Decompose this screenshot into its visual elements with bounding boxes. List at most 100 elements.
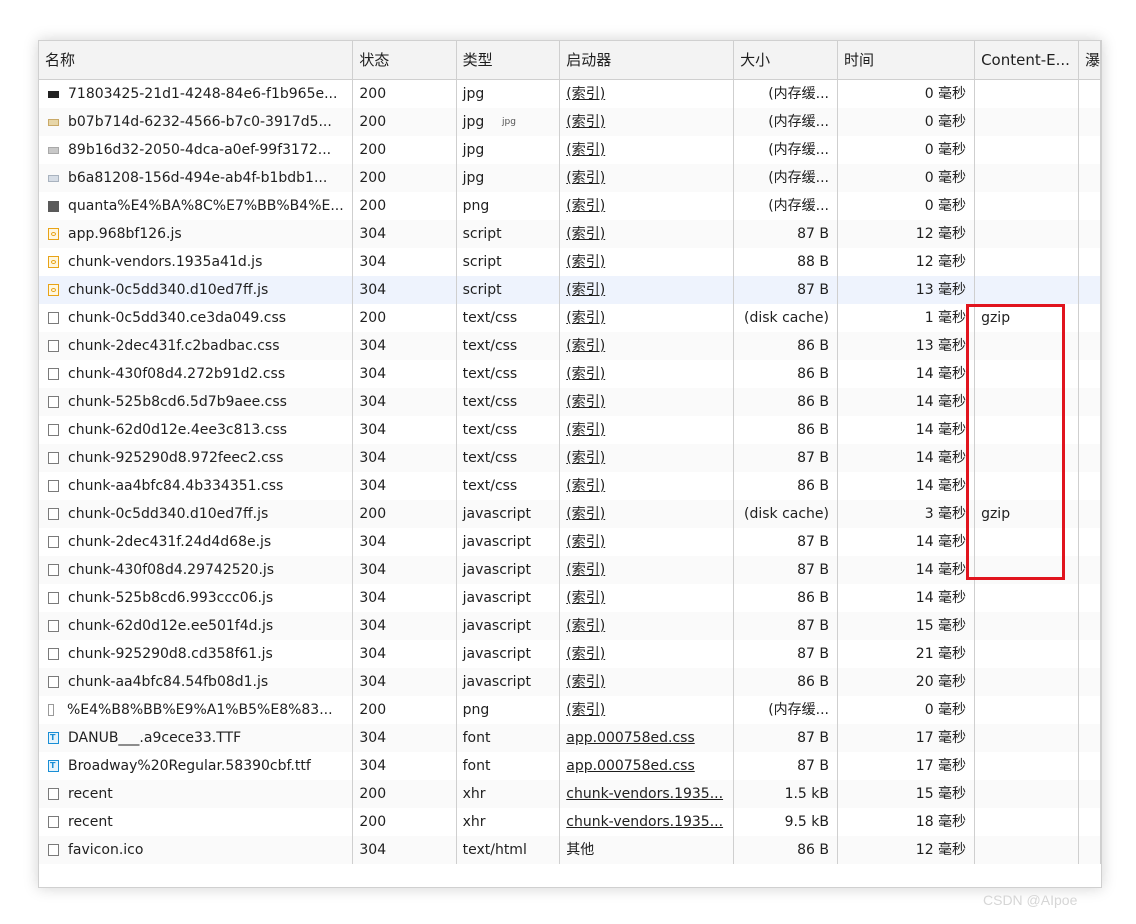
initiator-link[interactable]: (索引) <box>566 646 605 662</box>
initiator-link[interactable]: (索引) <box>566 114 605 130</box>
table-row[interactable]: chunk-62d0d12e.4ee3c813.css 304 text/css (索… <box>39 416 1101 444</box>
initiator-link[interactable]: (索引) <box>566 618 605 634</box>
table-row[interactable]: chunk-aa4bfc84.54fb08d1.js 304 javascript (… <box>39 668 1101 696</box>
request-name-cell[interactable]: chunk-0c5dd340.d10ed7ff.js <box>39 500 354 528</box>
waterfall-cell <box>1078 612 1101 640</box>
request-name-cell[interactable]: chunk-0c5dd340.d10ed7ff.js <box>39 276 354 304</box>
request-name-cell[interactable]: chunk-aa4bfc84.54fb08d1.js <box>39 668 354 696</box>
request-name-cell[interactable]: chunk-2dec431f.24d4d68e.js <box>39 528 354 556</box>
request-name-cell[interactable]: chunk-2dec431f.c2badbac.css <box>39 332 354 360</box>
table-row[interactable]: favicon.ico 304 text/html 其他 86 B 12 毫秒 <box>39 836 1101 864</box>
type-cell: text/css <box>456 444 561 472</box>
table-row[interactable]: 71803425-21d1-4248-84e6-f1b965e... 200 jpg… <box>39 79 1101 108</box>
table-row[interactable]: recent 200 xhr chunk-vendors.1935... 9.5 kB 1… <box>39 808 1101 836</box>
time-cell: 0 毫秒 <box>837 108 976 136</box>
initiator-link[interactable]: chunk-vendors.1935... <box>566 814 723 830</box>
table-row[interactable]: chunk-0c5dd340.d10ed7ff.js 200 javascript (… <box>39 500 1101 528</box>
initiator-link[interactable]: (索引) <box>566 534 605 550</box>
initiator-link[interactable]: (索引) <box>566 226 605 242</box>
initiator-link[interactable]: app.000758ed.css <box>566 730 694 746</box>
table-row[interactable]: chunk-62d0d12e.ee501f4d.js 304 javascript (… <box>39 612 1101 640</box>
column-header-time[interactable]: 时间 <box>837 41 976 80</box>
waterfall-cell <box>1078 752 1101 780</box>
table-row[interactable]: chunk-430f08d4.29742520.js 304 javascript (… <box>39 556 1101 584</box>
initiator-link[interactable]: (索引) <box>566 282 605 298</box>
initiator-link[interactable]: (索引) <box>566 310 605 326</box>
request-name-cell[interactable]: chunk-430f08d4.29742520.js <box>39 556 354 584</box>
initiator-link[interactable]: (索引) <box>566 170 605 186</box>
column-header-status[interactable]: 状态 <box>352 41 457 80</box>
request-name-cell[interactable]: 89b16d32-2050-4dca-a0ef-99f3172... <box>39 136 354 164</box>
initiator-link[interactable]: (索引) <box>566 506 605 522</box>
request-name-cell[interactable]: chunk-525b8cd6.5d7b9aee.css <box>39 388 354 416</box>
request-name-cell[interactable]: chunk-0c5dd340.ce3da049.css <box>39 304 354 332</box>
request-name-cell[interactable]: chunk-vendors.1935a41d.js <box>39 248 354 276</box>
table-row[interactable]: chunk-925290d8.972feec2.css 304 text/css (索… <box>39 444 1101 472</box>
table-row[interactable]: chunk-2dec431f.24d4d68e.js 304 javascript (… <box>39 528 1101 556</box>
initiator-link[interactable]: (索引) <box>566 450 605 466</box>
table-row[interactable]: b6a81208-156d-494e-ab4f-b1bdb1... 200 jpg (… <box>39 164 1101 192</box>
table-row[interactable]: chunk-525b8cd6.5d7b9aee.css 304 text/css (索… <box>39 388 1101 416</box>
initiator-link[interactable]: (索引) <box>566 674 605 690</box>
request-name-cell[interactable]: %E4%B8%BB%E9%A1%B5%E8%83... <box>39 696 354 724</box>
table-row[interactable]: b07b714d-6232-4566-b7c0-3917d5... 200 jpg (… <box>39 108 1101 136</box>
table-row[interactable]: Broadway%20Regular.58390cbf.ttf 304fontap… <box>39 752 1101 780</box>
document-icon <box>48 340 59 352</box>
initiator-link[interactable]: (索引) <box>566 366 605 382</box>
request-name-cell[interactable]: b6a81208-156d-494e-ab4f-b1bdb1... <box>39 164 354 192</box>
waterfall-cell <box>1078 724 1101 752</box>
initiator-link[interactable]: (索引) <box>566 142 605 158</box>
initiator-link[interactable]: (索引) <box>566 422 605 438</box>
document-icon <box>48 648 59 660</box>
initiator-link[interactable]: chunk-vendors.1935... <box>566 786 723 802</box>
request-name-cell[interactable]: app.968bf126.js <box>39 220 354 248</box>
table-row[interactable]: %E4%B8%BB%E9%A1%B5%E8%83... 200 png (索引) (内存… <box>39 696 1101 724</box>
initiator-link[interactable]: (索引) <box>566 702 605 718</box>
column-header-type[interactable]: 类型 <box>456 41 561 80</box>
initiator-link[interactable]: (索引) <box>566 562 605 578</box>
column-header-initiator[interactable]: 启动器 <box>559 41 735 80</box>
table-row[interactable]: quanta%E4%BA%8C%E7%BB%B4%E... 200 png (索引) (… <box>39 192 1101 220</box>
request-name-cell[interactable]: recent <box>39 780 354 808</box>
request-name-cell[interactable]: quanta%E4%BA%8C%E7%BB%B4%E... <box>39 192 354 220</box>
table-row[interactable]: chunk-aa4bfc84.4b334351.css 304 text/css (索… <box>39 472 1101 500</box>
request-name-cell[interactable]: chunk-430f08d4.272b91d2.css <box>39 360 354 388</box>
table-row[interactable]: chunk-0c5dd340.d10ed7ff.js 304 script (索引) 8… <box>39 276 1101 304</box>
request-name-cell[interactable]: Broadway%20Regular.58390cbf.ttf <box>39 752 354 780</box>
request-name-cell[interactable]: recent <box>39 808 354 836</box>
initiator-link[interactable]: (索引) <box>566 478 605 494</box>
request-name-cell[interactable]: chunk-62d0d12e.ee501f4d.js <box>39 612 354 640</box>
request-name-cell[interactable]: chunk-925290d8.cd358f61.js <box>39 640 354 668</box>
column-header-waterfall[interactable]: 瀑 <box>1078 41 1101 80</box>
table-row[interactable]: recent 200 xhr chunk-vendors.1935... 1.5 kB 1… <box>39 780 1101 808</box>
request-name-cell[interactable]: chunk-925290d8.972feec2.css <box>39 444 354 472</box>
initiator-link[interactable]: (索引) <box>566 590 605 606</box>
table-row[interactable]: chunk-430f08d4.272b91d2.css 304 text/css (索… <box>39 360 1101 388</box>
initiator-link[interactable]: (索引) <box>566 198 605 214</box>
table-row[interactable]: chunk-vendors.1935a41d.js 304 script (索引) 88… <box>39 248 1101 276</box>
initiator-link[interactable]: (索引) <box>566 254 605 270</box>
table-row[interactable]: app.968bf126.js 304 script (索引) 87 B 12 毫秒 <box>39 220 1101 248</box>
request-name-cell[interactable]: chunk-525b8cd6.993ccc06.js <box>39 584 354 612</box>
column-header-name[interactable]: 名称 <box>39 41 354 80</box>
request-name-cell[interactable]: b07b714d-6232-4566-b7c0-3917d5... <box>39 108 354 136</box>
request-name: chunk-525b8cd6.993ccc06.js <box>68 590 274 606</box>
table-row[interactable]: DANUB___.a9cece33.TTF 304font app.000758ed… <box>39 724 1101 752</box>
request-name-cell[interactable]: chunk-62d0d12e.4ee3c813.css <box>39 416 354 444</box>
initiator-link[interactable]: app.000758ed.css <box>566 758 694 774</box>
initiator-link[interactable]: (索引) <box>566 338 605 354</box>
column-header-size[interactable]: 大小 <box>733 41 838 80</box>
request-name-cell[interactable]: DANUB___.a9cece33.TTF <box>39 724 354 752</box>
table-row[interactable]: chunk-525b8cd6.993ccc06.js 304 javascript (… <box>39 584 1101 612</box>
request-name-cell[interactable]: 71803425-21d1-4248-84e6-f1b965e... <box>39 79 354 108</box>
request-name-cell[interactable]: favicon.ico <box>39 836 354 864</box>
table-row[interactable]: chunk-925290d8.cd358f61.js 304 javascript (… <box>39 640 1101 668</box>
request-name-cell[interactable]: chunk-aa4bfc84.4b334351.css <box>39 472 354 500</box>
initiator-link[interactable]: (索引) <box>566 394 605 410</box>
column-header-content-encoding[interactable]: Content-E... <box>974 41 1079 80</box>
initiator-link[interactable]: (索引) <box>566 86 605 102</box>
table-row[interactable]: 89b16d32-2050-4dca-a0ef-99f3172... 200 jpg… <box>39 136 1101 164</box>
table-row[interactable]: chunk-2dec431f.c2badbac.css 304 text/css (索… <box>39 332 1101 360</box>
table-row[interactable]: chunk-0c5dd340.ce3da049.css 200 text/css (索… <box>39 304 1101 332</box>
waterfall-cell <box>1078 332 1101 360</box>
